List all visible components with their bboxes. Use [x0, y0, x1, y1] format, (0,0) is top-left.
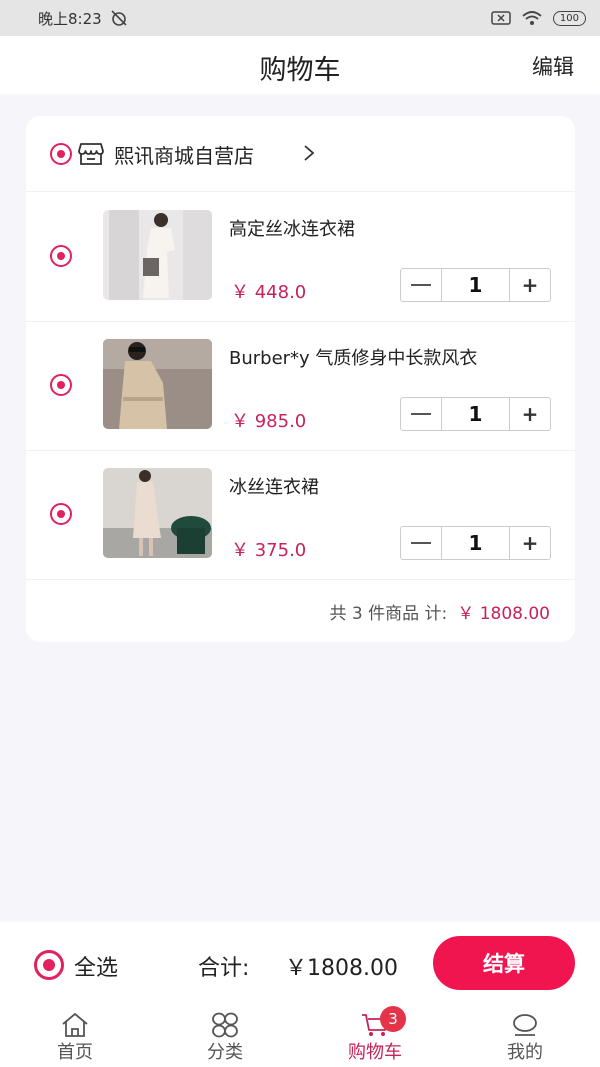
checkout-button[interactable]: 结算	[433, 936, 575, 990]
product-image[interactable]	[103, 339, 212, 429]
quantity-value[interactable]: 1	[442, 398, 509, 430]
cart-item: 高定丝冰连衣裙 ￥ 448.0 1 +	[26, 193, 575, 322]
product-name[interactable]: 冰丝连衣裙	[229, 473, 319, 499]
product-name[interactable]: 高定丝冰连衣裙	[229, 215, 355, 241]
summary-total: ￥ 1808.00	[457, 604, 550, 624]
quantity-value[interactable]: 1	[442, 269, 509, 301]
summary-text: 共 3 件商品 计:	[329, 604, 448, 624]
tab-profile[interactable]: 我的	[450, 1004, 600, 1067]
store-summary: 共 3 件商品 计: ￥ 1808.00	[330, 599, 550, 624]
store-row[interactable]: 熙讯商城自营店	[26, 116, 575, 192]
sim-off-icon	[491, 11, 511, 25]
store-name: 熙讯商城自营店	[114, 144, 254, 168]
increase-button[interactable]: +	[509, 398, 550, 430]
wifi-icon	[522, 11, 542, 25]
store-cart-card: 熙讯商城自营店 高定丝冰连衣裙 ￥ 448.0 1 + Burber*y 气质修…	[26, 116, 575, 642]
total-label: 合计:	[198, 956, 250, 981]
store-icon	[78, 143, 104, 165]
cart-item: Burber*y 气质修身中长款风衣 ￥ 985.0 1 +	[26, 322, 575, 451]
quantity-stepper: 1 +	[400, 526, 551, 560]
status-bar: 晚上8:23 100	[0, 0, 600, 36]
header: 购物车 编辑	[0, 36, 600, 94]
cart-item: 冰丝连衣裙 ￥ 375.0 1 +	[26, 451, 575, 580]
tab-category[interactable]: 分类	[150, 1004, 300, 1067]
cart-count-badge: 3	[380, 1006, 406, 1032]
tab-home[interactable]: 首页	[0, 1004, 150, 1067]
total-value: ￥1808.00	[285, 956, 398, 981]
edit-button[interactable]: 编辑	[532, 51, 574, 81]
alarm-off-icon	[111, 10, 127, 26]
checkout-bar: 全选 合计: ￥1808.00 结算	[0, 922, 600, 1004]
product-image[interactable]	[103, 468, 212, 558]
chevron-right-icon[interactable]	[302, 144, 316, 162]
status-time: 晚上8:23	[38, 9, 102, 28]
tab-label: 我的	[507, 1042, 543, 1063]
increase-button[interactable]: +	[509, 269, 550, 301]
store-select-radio[interactable]	[50, 143, 72, 165]
category-icon	[212, 1012, 238, 1038]
decrease-button[interactable]	[401, 269, 442, 301]
tab-label: 购物车	[348, 1042, 402, 1063]
item-select-radio[interactable]	[50, 245, 72, 267]
profile-icon	[513, 1014, 537, 1036]
item-select-radio[interactable]	[50, 374, 72, 396]
decrease-button[interactable]	[401, 527, 442, 559]
product-price: ￥ 985.0	[231, 411, 307, 432]
increase-button[interactable]: +	[509, 527, 550, 559]
quantity-stepper: 1 +	[400, 268, 551, 302]
product-price: ￥ 375.0	[231, 540, 307, 561]
page-title: 购物车	[259, 55, 341, 86]
quantity-stepper: 1 +	[400, 397, 551, 431]
home-icon	[62, 1013, 88, 1037]
select-all-radio[interactable]	[34, 950, 64, 980]
tab-label: 首页	[57, 1042, 93, 1063]
product-price: ￥ 448.0	[231, 282, 307, 303]
product-image[interactable]	[103, 210, 212, 300]
decrease-button[interactable]	[401, 398, 442, 430]
quantity-value[interactable]: 1	[442, 527, 509, 559]
tab-bar: 首页 分类 3 购物车 我的	[0, 1004, 600, 1067]
tab-cart[interactable]: 3 购物车	[300, 1004, 450, 1067]
battery-indicator: 100	[552, 10, 586, 26]
product-name[interactable]: Burber*y 气质修身中长款风衣	[229, 344, 477, 370]
item-select-radio[interactable]	[50, 503, 72, 525]
tab-label: 分类	[207, 1042, 243, 1063]
select-all-label[interactable]: 全选	[74, 950, 118, 982]
